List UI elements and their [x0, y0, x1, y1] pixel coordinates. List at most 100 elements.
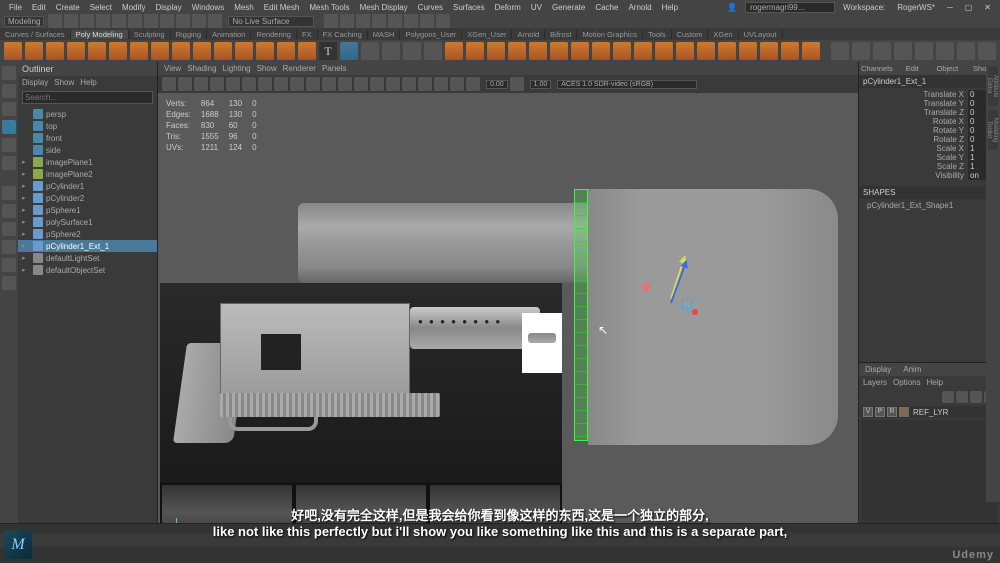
- outliner-node[interactable]: persp: [18, 108, 157, 120]
- statusline-icon[interactable]: [144, 14, 158, 28]
- menu-cache[interactable]: Cache: [591, 3, 622, 12]
- vp-icon[interactable]: [322, 77, 336, 91]
- poly-gear-icon[interactable]: [256, 42, 274, 60]
- vp-icon[interactable]: [226, 77, 240, 91]
- menu-generate[interactable]: Generate: [548, 3, 589, 12]
- channel-attr[interactable]: Translate Z0: [859, 108, 1000, 117]
- statusline-icon[interactable]: [420, 14, 434, 28]
- layer-list-area[interactable]: [861, 420, 998, 540]
- shelf-icon[interactable]: [382, 42, 400, 60]
- statusline-icon[interactable]: [160, 14, 174, 28]
- select-tool-icon[interactable]: [2, 66, 16, 80]
- statusline-icon[interactable]: [80, 14, 94, 28]
- cb-tab-edit[interactable]: Edit: [895, 62, 930, 75]
- shelf-icon[interactable]: [424, 42, 442, 60]
- channel-attr[interactable]: Visibilityon: [859, 171, 1000, 180]
- layout-icon[interactable]: [2, 186, 16, 200]
- shelf-icon[interactable]: [655, 42, 673, 60]
- live-surface-dropdown[interactable]: No Live Surface: [228, 16, 314, 27]
- command-line[interactable]: MEL: [0, 533, 1000, 547]
- shelf-icon[interactable]: [915, 42, 933, 60]
- poly-plane-icon[interactable]: [109, 42, 127, 60]
- vp-exposure[interactable]: 1.00: [530, 80, 552, 89]
- vp-menu-renderer[interactable]: Renderer: [283, 64, 316, 73]
- vp-icon[interactable]: [434, 77, 448, 91]
- outliner-node[interactable]: front: [18, 132, 157, 144]
- shelf-tab[interactable]: Motion Graphics: [577, 30, 643, 39]
- outliner-menu-display[interactable]: Display: [22, 78, 48, 87]
- outliner-node[interactable]: ▸pCylinder1: [18, 180, 157, 192]
- shelf-icon[interactable]: [978, 42, 996, 60]
- shelf-icon[interactable]: [894, 42, 912, 60]
- outliner-node[interactable]: top: [18, 120, 157, 132]
- shelf-icon[interactable]: [508, 42, 526, 60]
- vp-icon[interactable]: [274, 77, 288, 91]
- user-dropdown[interactable]: rogermagri99...: [745, 2, 835, 13]
- shelf-icon[interactable]: [529, 42, 547, 60]
- shelf-tab[interactable]: Rigging: [171, 30, 207, 39]
- layout-icon[interactable]: [2, 258, 16, 272]
- manip-center[interactable]: [640, 281, 651, 292]
- shelf-tab[interactable]: Polygons_User: [400, 30, 462, 39]
- shelf-tab[interactable]: XGen_User: [462, 30, 512, 39]
- vp-colorspace-dropdown[interactable]: ACES 1.0 SDR-video (sRGB): [557, 80, 697, 89]
- layer-tab-display[interactable]: Display: [859, 363, 897, 376]
- layer-color-swatch[interactable]: [899, 407, 909, 417]
- poly-cylinder-icon[interactable]: [46, 42, 64, 60]
- shelf-tab[interactable]: Custom: [672, 30, 709, 39]
- cb-tab-channels[interactable]: Channels: [859, 62, 895, 75]
- layer-r-toggle[interactable]: R: [887, 407, 897, 417]
- statusline-icon[interactable]: [112, 14, 126, 28]
- vp-menu-show[interactable]: Show: [257, 64, 277, 73]
- vp-icon[interactable]: [510, 77, 524, 91]
- menu-meshdisplay[interactable]: Mesh Display: [356, 3, 412, 12]
- vp-icon[interactable]: [402, 77, 416, 91]
- vp-menu-shading[interactable]: Shading: [187, 64, 216, 73]
- outliner-node[interactable]: side: [18, 144, 157, 156]
- poly-cube-icon[interactable]: [25, 42, 43, 60]
- poly-superellipse-icon[interactable]: [298, 42, 316, 60]
- poly-torus-icon[interactable]: [88, 42, 106, 60]
- vp-icon[interactable]: [466, 77, 480, 91]
- statusline-icon[interactable]: [176, 14, 190, 28]
- outliner-node[interactable]: ▸pCylinder1_Ext_1: [18, 240, 157, 252]
- shelf-tab[interactable]: MASH: [368, 30, 401, 39]
- outliner-menu-show[interactable]: Show: [54, 78, 74, 87]
- shelf-icon[interactable]: [957, 42, 975, 60]
- shelf-icon[interactable]: [831, 42, 849, 60]
- shelf-icon[interactable]: [403, 42, 421, 60]
- statusline-icon[interactable]: [324, 14, 338, 28]
- vp-icon[interactable]: [418, 77, 432, 91]
- menu-modify[interactable]: Modify: [118, 3, 150, 12]
- outliner-node[interactable]: ▸defaultObjectSet: [18, 264, 157, 276]
- manip-x-axis[interactable]: [692, 309, 698, 315]
- layer-icon[interactable]: [970, 391, 982, 403]
- layer-name[interactable]: REF_LYR: [911, 408, 996, 417]
- shelf-icon[interactable]: [592, 42, 610, 60]
- shelf-tab[interactable]: XGen: [708, 30, 738, 39]
- statusline-icon[interactable]: [340, 14, 354, 28]
- poly-prism-icon[interactable]: [193, 42, 211, 60]
- outliner-node[interactable]: ▸imagePlane2: [18, 168, 157, 180]
- statusline-icon[interactable]: [48, 14, 62, 28]
- statusline-icon[interactable]: [388, 14, 402, 28]
- vp-menu-lighting[interactable]: Lighting: [223, 64, 251, 73]
- layer-icon[interactable]: [956, 391, 968, 403]
- layer-menu-options[interactable]: Options: [893, 378, 921, 387]
- vp-icon[interactable]: [450, 77, 464, 91]
- outliner-node[interactable]: ▸pSphere2: [18, 228, 157, 240]
- channel-attr[interactable]: Scale Z1: [859, 162, 1000, 171]
- shelf-icon[interactable]: [760, 42, 778, 60]
- menu-meshtools[interactable]: Mesh Tools: [305, 3, 353, 12]
- vp-icon[interactable]: [194, 77, 208, 91]
- channel-attr[interactable]: Scale Y1: [859, 153, 1000, 162]
- layout-icon[interactable]: [2, 240, 16, 254]
- menu-mesh[interactable]: Mesh: [230, 3, 258, 12]
- statusline-icon[interactable]: [64, 14, 78, 28]
- poly-pyramid-icon[interactable]: [172, 42, 190, 60]
- vp-icon[interactable]: [386, 77, 400, 91]
- layer-row[interactable]: V P R REF_LYR: [861, 406, 998, 418]
- shelf-icon[interactable]: [466, 42, 484, 60]
- lasso-tool-icon[interactable]: [2, 84, 16, 98]
- shelf-icon[interactable]: [873, 42, 891, 60]
